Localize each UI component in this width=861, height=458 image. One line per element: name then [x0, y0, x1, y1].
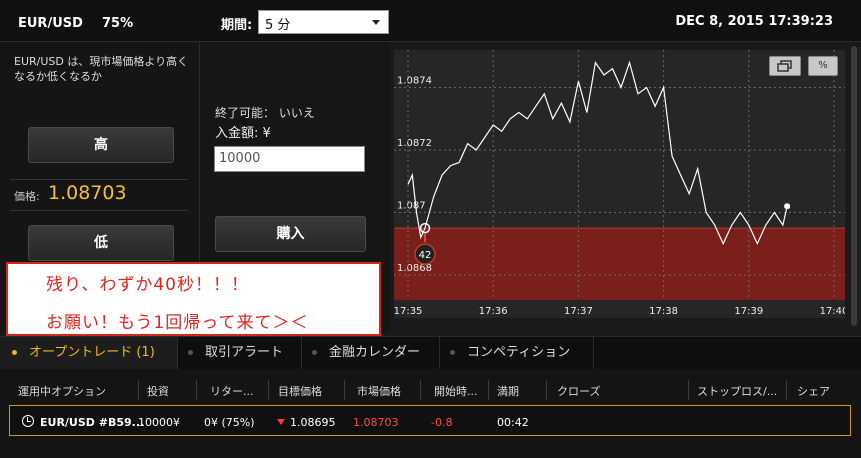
y-tick-label: 1.0872	[397, 138, 432, 149]
row-return: 0¥ (75%)	[204, 416, 255, 429]
percent-toggle-button[interactable]: %	[808, 56, 838, 76]
annotation-note: 残り、わずか40秒！！！ お願い！もう1回帰って来て＞＜	[6, 262, 381, 336]
col-header-option[interactable]: 運用中オプション	[18, 383, 106, 399]
window-icon	[777, 60, 792, 72]
col-header-market[interactable]: 市場価格	[357, 383, 401, 399]
time-left-label: 42	[419, 250, 432, 261]
direction-question: EUR/USD は、現市場価格より高くなるか低くなるか	[14, 55, 189, 83]
note-line-1: 残り、わずか40秒！！！	[46, 275, 249, 295]
column-divider	[196, 380, 197, 400]
tab-label: 金融カレンダー	[329, 345, 421, 360]
col-header-target[interactable]: 目標価格	[278, 383, 322, 399]
price-chart-plot: 1.08681.0871.08721.087417:35 17:36 17:37 17…	[394, 50, 845, 317]
down-arrow-icon	[277, 419, 285, 425]
column-divider	[546, 380, 547, 400]
buy-button[interactable]: 購入	[215, 216, 366, 252]
row-target: 1.08695	[290, 416, 336, 429]
column-divider	[786, 380, 787, 400]
tab-label: 取引アラート	[205, 345, 284, 360]
x-tick-label: 17:36	[479, 306, 508, 317]
column-divider	[688, 380, 689, 400]
percent-label: %	[818, 60, 828, 71]
loss-zone	[394, 228, 845, 300]
row-market: 1.08703	[353, 416, 399, 429]
col-header-start[interactable]: 開始時...	[434, 383, 478, 399]
note-line-2: お願い！もう1回帰って来て＞＜	[46, 313, 309, 333]
col-header-expiry[interactable]: 満期	[497, 383, 519, 399]
tab-financial-calendar[interactable]: 金融カレンダー	[302, 337, 440, 370]
tab-label: オープントレード (1)	[29, 345, 155, 360]
period-label: 期間:	[221, 18, 253, 33]
y-tick-label: 1.0874	[397, 76, 432, 87]
tab-competition[interactable]: コンペティション	[440, 337, 594, 370]
column-divider	[420, 380, 421, 400]
row-investment: 10000¥	[138, 416, 180, 429]
current-price-point	[784, 203, 791, 210]
col-header-share[interactable]: シェア	[797, 383, 830, 399]
low-button[interactable]: 低	[28, 225, 174, 261]
col-header-stoploss[interactable]: ストップロス/...	[697, 383, 777, 399]
tab-trade-alerts[interactable]: 取引アラート	[178, 337, 302, 370]
tab-dot-icon	[450, 350, 455, 355]
x-tick-label: 17:35	[394, 306, 422, 317]
column-divider	[344, 380, 345, 400]
y-tick-label: 1.087	[397, 201, 426, 212]
divider	[10, 179, 188, 180]
price-series-line	[407, 60, 788, 246]
current-price: 1.08703	[48, 182, 127, 204]
column-divider	[488, 380, 489, 400]
tab-dot-icon	[312, 350, 317, 355]
x-tick-label: 17:38	[649, 306, 678, 317]
amount-label: 入金額: ¥	[215, 126, 271, 141]
column-divider	[138, 380, 139, 400]
early-close-status: 終了可能： いいえ	[215, 106, 315, 120]
row-option: EUR/USD #B59...	[40, 416, 145, 429]
asset-pair: EUR/USD	[18, 16, 83, 31]
high-button[interactable]: 高	[28, 127, 174, 163]
x-tick-label: 17:39	[734, 306, 763, 317]
chevron-down-icon	[372, 20, 380, 25]
column-divider	[268, 380, 269, 400]
tab-label: コンペティション	[467, 345, 571, 360]
chart-view-button[interactable]	[769, 56, 801, 76]
col-header-investment[interactable]: 投資	[147, 383, 169, 399]
tab-dot-icon	[188, 350, 193, 355]
tab-open-trades[interactable]: オープントレード (1)	[0, 337, 178, 370]
bottom-tabs: オープントレード (1) 取引アラート 金融カレンダー コンペティション	[0, 336, 861, 370]
row-expiry: 00:42	[497, 416, 529, 429]
col-header-close[interactable]: クローズ	[557, 383, 600, 399]
server-datetime: DEC 8, 2015 17:39:23	[675, 14, 833, 29]
divider	[10, 210, 188, 211]
clock-icon	[22, 415, 34, 427]
col-header-return[interactable]: リター...	[210, 383, 254, 399]
tab-dot-icon	[12, 350, 17, 355]
price-label: 価格:	[14, 190, 40, 203]
x-tick-label: 17:37	[564, 306, 593, 317]
row-start: -0.8	[431, 416, 453, 429]
payout-rate: 75%	[102, 16, 134, 31]
period-value: 5 分	[265, 18, 291, 33]
scrollbar[interactable]	[851, 46, 857, 326]
x-tick-label: 17:40	[820, 306, 845, 317]
period-select[interactable]: 5 分	[258, 10, 389, 34]
amount-input[interactable]: 10000	[214, 146, 365, 172]
